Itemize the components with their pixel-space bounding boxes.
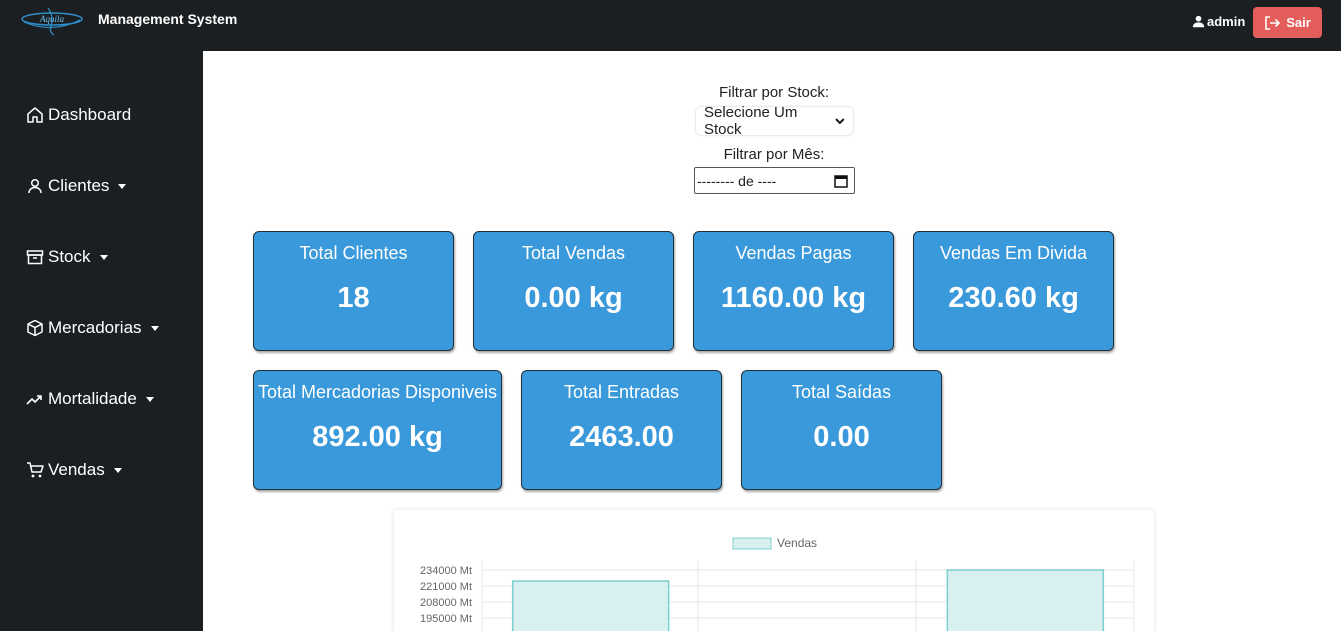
svg-text:Aquila: Aquila — [39, 14, 64, 24]
chevron-down-icon — [118, 183, 127, 189]
sales-chart-svg: Vendas 234000 Mt 221000 Mt 208000 Mt 195000 … — [420, 536, 1135, 631]
bar — [946, 569, 1105, 631]
chevron-down-icon — [113, 467, 122, 473]
card-value: 18 — [337, 282, 370, 314]
sidebar-item-label: Vendas — [48, 460, 105, 479]
card-value: 2463.00 — [569, 421, 674, 453]
stat-card-total-clientes: Total Clientes 18 — [253, 231, 454, 351]
card-title: Total Entradas — [563, 382, 680, 402]
card-value: 230.60 kg — [948, 282, 1079, 314]
chevron-down-icon — [150, 325, 159, 331]
logout-label: Sair — [1286, 15, 1311, 30]
top-navbar: Aquila Management System admin Sair — [0, 0, 1341, 51]
card-title: Total Mercadorias Disponiveis — [257, 382, 498, 402]
stat-card-total-saidas: Total Saídas 0.00 — [741, 370, 942, 490]
stock-select[interactable]: Selecione Um Stock — [696, 104, 853, 138]
bar — [511, 580, 670, 631]
home-icon — [27, 107, 43, 123]
trend-up-icon — [26, 395, 42, 405]
app-title: Management System — [98, 11, 238, 27]
sidebar-item-vendas[interactable]: Vendas — [26, 460, 122, 480]
month-filter-label: Filtrar por Mês: — [723, 146, 825, 163]
calendar-icon[interactable] — [834, 174, 848, 188]
card-value: 0.00 kg — [524, 282, 623, 314]
card-title: Vendas Em Divida — [939, 243, 1088, 263]
sidebar-item-mercadorias[interactable]: Mercadorias — [26, 318, 159, 338]
package-icon — [27, 319, 43, 337]
stat-card-total-vendas: Total Vendas 0.00 kg — [473, 231, 674, 351]
month-input[interactable]: -------- de ---- — [694, 167, 855, 194]
y-tick-label: 234000 Mt — [420, 565, 472, 577]
stock-filter-label: Filtrar por Stock: — [718, 84, 830, 101]
chevron-down-icon — [145, 396, 154, 402]
month-input-value: -------- de ---- — [697, 172, 777, 189]
sidebar-item-mortalidade[interactable]: Mortalidade — [26, 389, 154, 409]
sidebar: Dashboard Clientes Stock Mercadorias Mor… — [0, 51, 203, 631]
stat-card-vendas-pagas: Vendas Pagas 1160.00 kg — [693, 231, 894, 351]
user-icon — [28, 178, 42, 194]
y-tick-label: 195000 Mt — [420, 613, 472, 625]
logout-button[interactable]: Sair — [1253, 7, 1322, 38]
card-value: 892.00 kg — [312, 421, 443, 453]
sidebar-item-stock[interactable]: Stock — [26, 247, 108, 267]
legend-label: Vendas — [777, 536, 817, 550]
sales-chart: Vendas 234000 Mt 221000 Mt 208000 Mt 195000 … — [394, 510, 1154, 631]
sidebar-item-clientes[interactable]: Clientes — [26, 176, 127, 196]
sidebar-item-label: Mercadorias — [48, 318, 142, 337]
user-menu[interactable]: admin — [1192, 14, 1245, 29]
cart-icon — [27, 462, 44, 478]
legend-swatch — [732, 537, 772, 550]
card-title: Total Clientes — [299, 243, 408, 263]
sidebar-item-label: Mortalidade — [48, 389, 137, 408]
stat-card-total-entradas: Total Entradas 2463.00 — [521, 370, 722, 490]
card-value: 0.00 — [813, 421, 870, 453]
user-icon — [1192, 15, 1205, 28]
sidebar-item-label: Stock — [48, 247, 91, 266]
stock-select-value: Selecione Um Stock — [704, 104, 798, 138]
company-logo: Aquila — [21, 7, 83, 36]
sidebar-item-label: Dashboard — [48, 105, 132, 124]
logout-icon — [1265, 15, 1281, 30]
card-title: Vendas Pagas — [735, 243, 852, 263]
card-title: Total Vendas — [521, 243, 626, 263]
card-value: 1160.00 kg — [720, 282, 867, 314]
username: admin — [1207, 14, 1246, 29]
stat-card-total-mercadorias: Total Mercadorias Disponiveis 892.00 kg — [253, 370, 502, 490]
chevron-down-icon — [99, 254, 108, 260]
chevron-down-icon — [835, 118, 845, 125]
y-tick-label: 208000 Mt — [420, 597, 472, 609]
card-title: Total Saídas — [791, 382, 892, 402]
archive-box-icon — [26, 250, 44, 265]
sidebar-item-dashboard[interactable]: Dashboard — [26, 105, 131, 125]
sidebar-item-label: Clientes — [48, 176, 110, 195]
stat-card-vendas-em-divida: Vendas Em Divida 230.60 kg — [913, 231, 1114, 351]
y-tick-label: 221000 Mt — [420, 581, 472, 593]
